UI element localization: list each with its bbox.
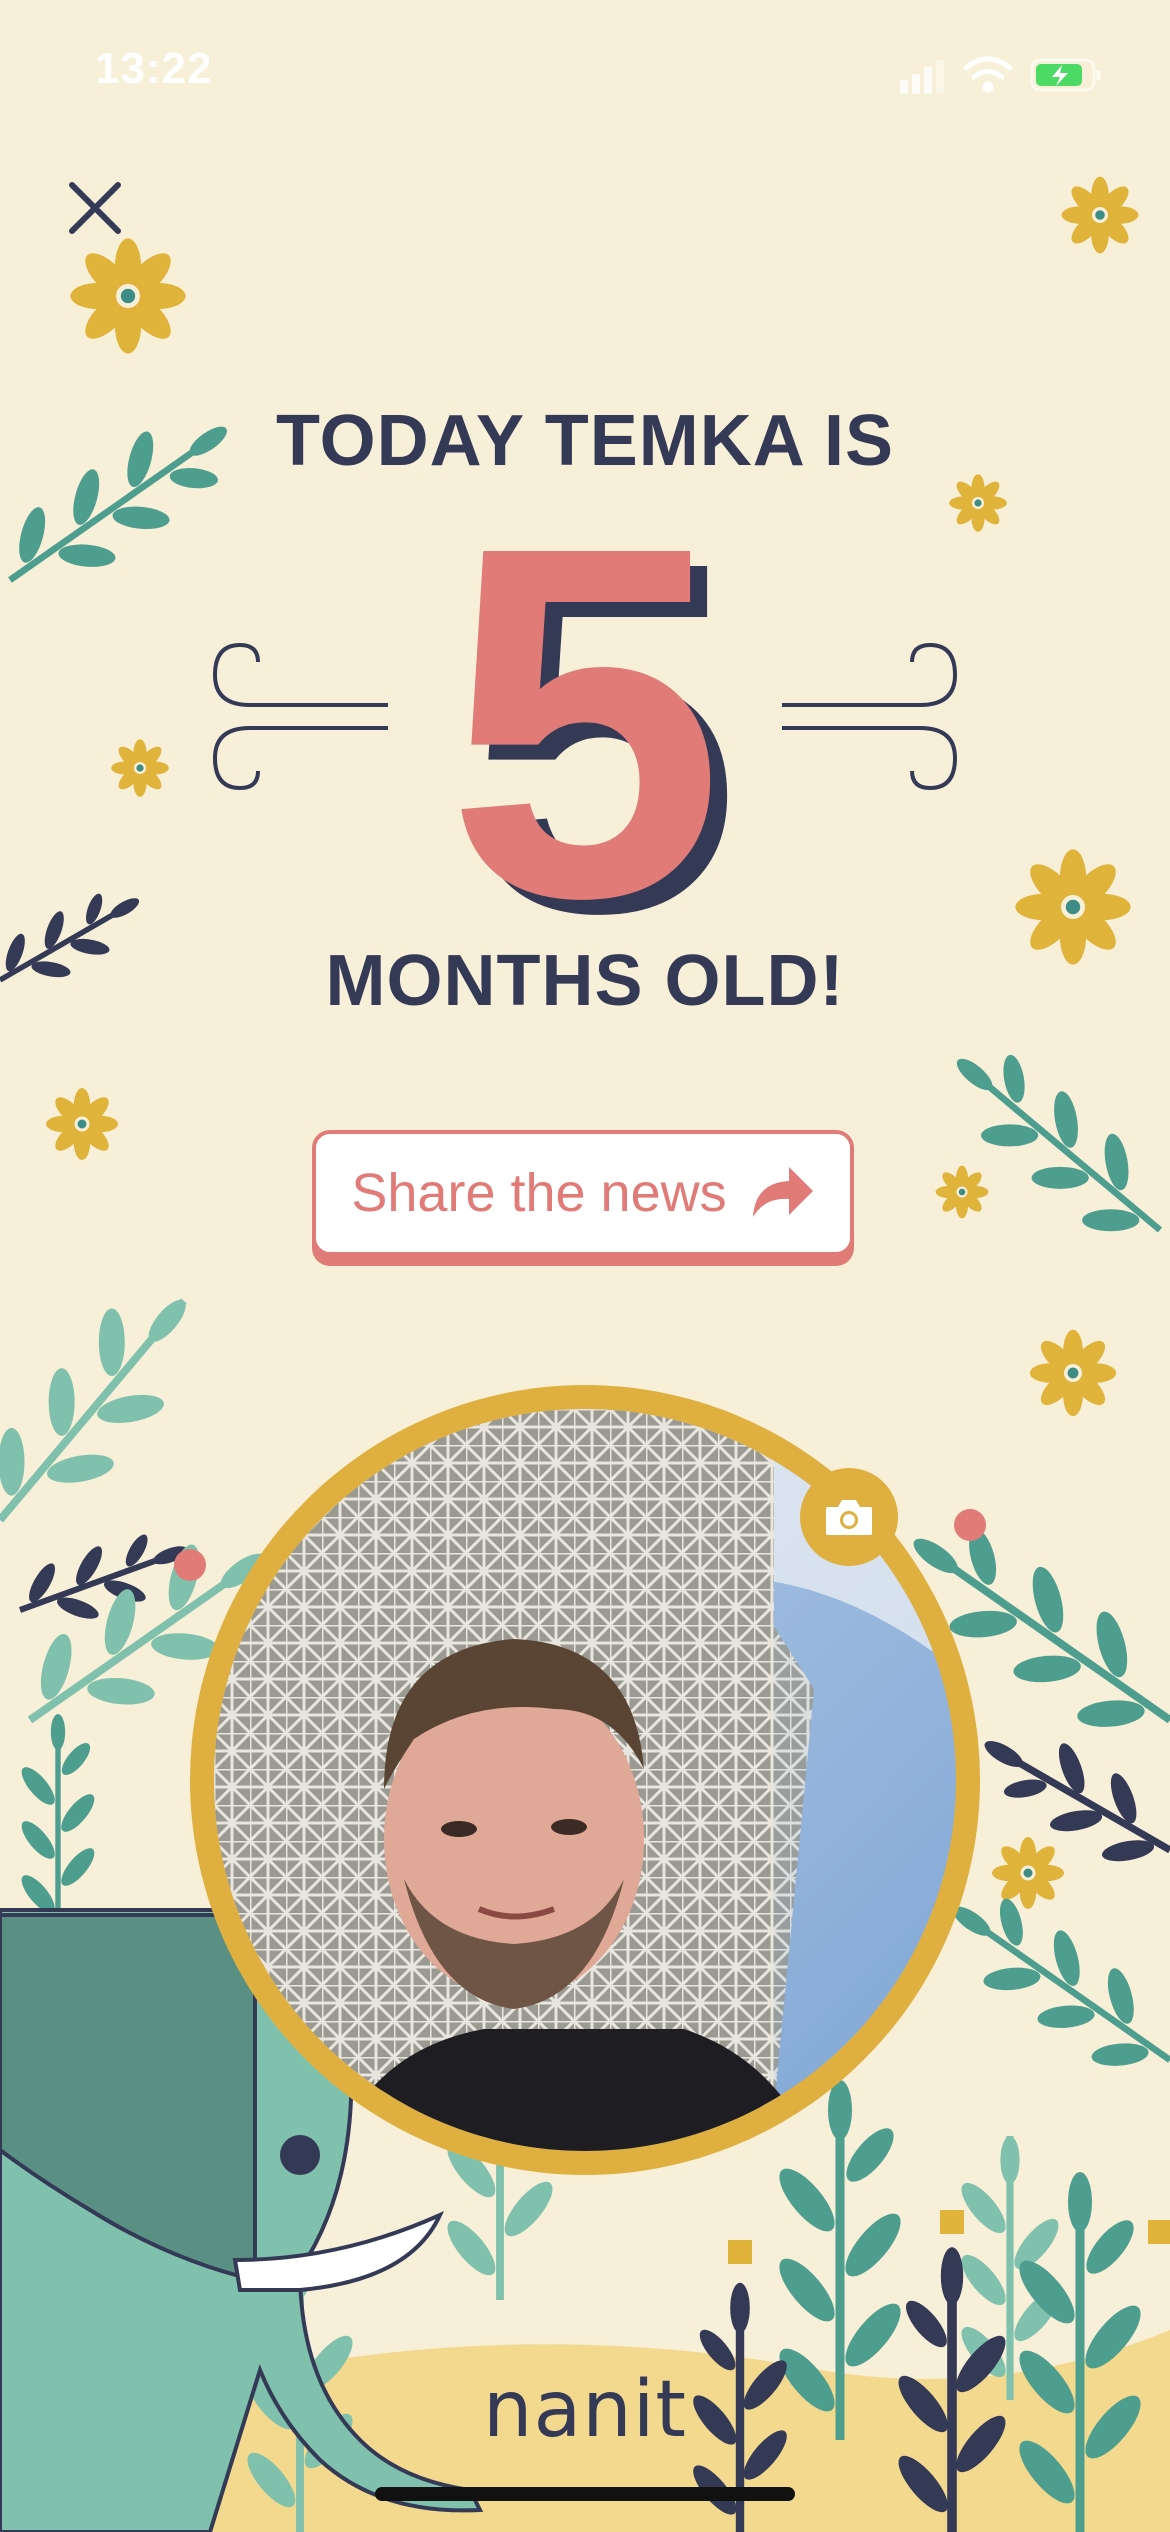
share-arrow-icon [752,1167,813,1217]
age-number-text: 5 [446,500,724,940]
age-number: 5 5 [385,442,785,1016]
close-icon [69,182,121,234]
left-swirl-ornament [212,642,388,791]
battery-icon [1030,58,1101,92]
close-button[interactable] [62,175,128,241]
headline-bottom: MONTHS OLD! [325,941,845,1021]
wifi-icon [963,56,1013,93]
home-indicator [375,2487,795,2501]
share-button[interactable]: Share the news [312,1130,854,1256]
status-icons [900,56,1101,94]
right-swirl-ornament [782,642,958,791]
signal-icon [900,60,944,94]
status-time: 13:22 [95,44,213,93]
camera-icon [826,1500,872,1535]
share-label: Share the news [351,1163,727,1223]
brand-logo: nanit [483,2365,687,2455]
status-bar: 13:22 [0,0,1170,140]
change-photo-button[interactable] [800,1468,898,1566]
headline-top: TODAY TEMKA IS [275,401,895,481]
